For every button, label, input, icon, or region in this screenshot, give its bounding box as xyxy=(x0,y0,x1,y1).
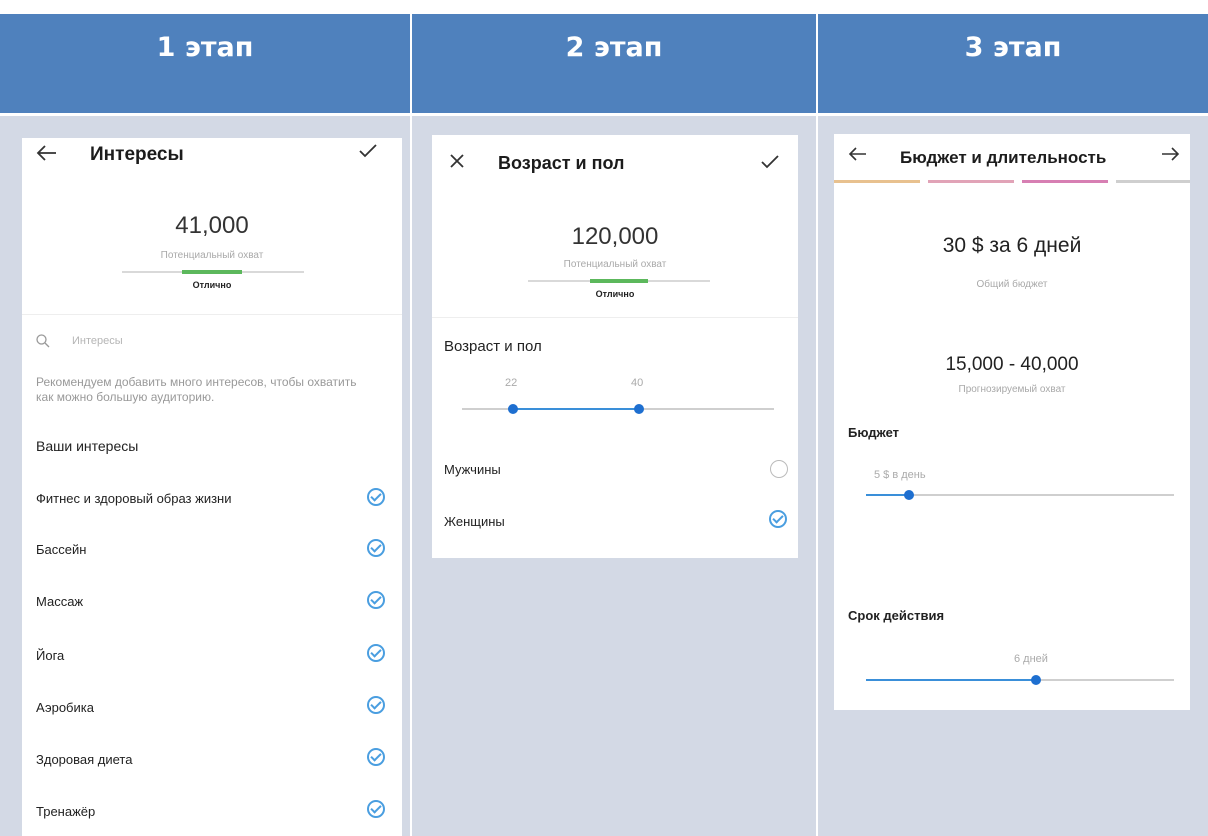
checked-icon[interactable] xyxy=(769,510,787,528)
total-budget-label: Общий бюджет xyxy=(976,279,1048,290)
step-progress-segment xyxy=(928,180,1014,183)
checked-icon[interactable] xyxy=(367,488,385,506)
checked-icon[interactable] xyxy=(367,539,385,557)
age-min-thumb[interactable] xyxy=(508,404,518,414)
interest-label: Бассейн xyxy=(36,542,87,557)
page-title: Возраст и пол xyxy=(498,153,625,173)
forecast-reach-value: 15,000 - 40,000 xyxy=(945,354,1079,375)
page-title: Бюджет и длительность xyxy=(900,148,1107,167)
interest-label: Йога xyxy=(36,648,65,663)
next-arrow-icon[interactable] xyxy=(1160,146,1180,162)
interests-screen: Интересы 41,000 Потенциальный охват Отли… xyxy=(22,138,402,836)
age-max-thumb[interactable] xyxy=(634,404,644,414)
forecast-reach-label: Прогнозируемый охват xyxy=(958,384,1066,395)
step-progress xyxy=(834,180,1190,184)
reach-value: 120,000 xyxy=(571,223,659,250)
interest-label: Здоровая диета xyxy=(36,752,133,767)
step-progress-segment xyxy=(1022,180,1108,183)
age-gender-heading: Возраст и пол xyxy=(444,338,542,355)
page-title: Интересы xyxy=(90,144,184,165)
reach-value: 41,000 xyxy=(175,212,249,239)
stage-3-header: 3 этап xyxy=(818,14,1208,113)
checked-icon[interactable] xyxy=(367,696,385,714)
budget-heading: Бюджет xyxy=(848,425,899,440)
your-interests-heading: Ваши интересы xyxy=(36,438,139,454)
reach-gauge xyxy=(528,279,710,283)
interest-label: Аэробика xyxy=(36,700,94,715)
divider xyxy=(432,317,798,318)
age-gender-screen: Возраст и пол 120,000 Потенциальный охва… xyxy=(432,135,798,558)
reach-gauge xyxy=(122,270,304,274)
stage-1-header: 1 этап xyxy=(0,14,410,113)
budget-slider-thumb[interactable] xyxy=(904,490,914,500)
confirm-check-icon[interactable] xyxy=(358,142,378,160)
checked-icon[interactable] xyxy=(367,644,385,662)
unchecked-icon[interactable] xyxy=(770,460,788,478)
budget-duration-screen: Бюджет и длительность 30 $ за 6 дней Общ… xyxy=(834,134,1190,710)
reach-quality: Отлично xyxy=(595,289,635,299)
total-budget-value: 30 $ за 6 дней xyxy=(942,234,1082,257)
search-icon xyxy=(36,334,50,348)
gender-label: Женщины xyxy=(444,514,505,529)
confirm-check-icon[interactable] xyxy=(760,153,780,171)
gender-label: Мужчины xyxy=(444,462,501,477)
reach-label: Потенциальный охват xyxy=(563,259,667,270)
back-arrow-icon[interactable] xyxy=(36,144,58,162)
stage-2-label: 2 этап xyxy=(565,32,663,63)
column-divider xyxy=(816,14,818,836)
search-input[interactable]: Интересы xyxy=(72,335,372,347)
checked-icon[interactable] xyxy=(367,800,385,818)
interest-label: Тренажёр xyxy=(36,804,96,819)
duration-slider-thumb[interactable] xyxy=(1031,675,1041,685)
checked-icon[interactable] xyxy=(367,748,385,766)
close-icon[interactable] xyxy=(449,153,465,169)
interest-label: Массаж xyxy=(36,594,84,609)
duration-heading: Срок действия xyxy=(848,608,945,623)
reach-quality: Отлично xyxy=(192,280,232,290)
hint-text: Рекомендуем добавить много интересов, чт… xyxy=(36,375,357,404)
checked-icon[interactable] xyxy=(367,591,385,609)
stage-1-label: 1 этап xyxy=(156,32,254,63)
column-divider xyxy=(410,14,412,836)
stage-2-header: 2 этап xyxy=(412,14,816,113)
step-progress-segment xyxy=(1116,180,1190,183)
duration-slider-value: 6 дней xyxy=(1014,653,1048,665)
step-progress-segment xyxy=(834,180,920,183)
divider xyxy=(22,314,402,315)
interest-label: Фитнес и здоровый образ жизни xyxy=(36,491,232,506)
stage-3-label: 3 этап xyxy=(964,32,1062,63)
back-arrow-icon[interactable] xyxy=(848,146,868,162)
budget-slider-value: 5 $ в день xyxy=(874,469,926,481)
age-max-label: 40 xyxy=(631,377,644,389)
age-min-label: 22 xyxy=(505,377,518,389)
duration-slider[interactable] xyxy=(866,679,1174,681)
reach-label: Потенциальный охват xyxy=(160,250,264,261)
